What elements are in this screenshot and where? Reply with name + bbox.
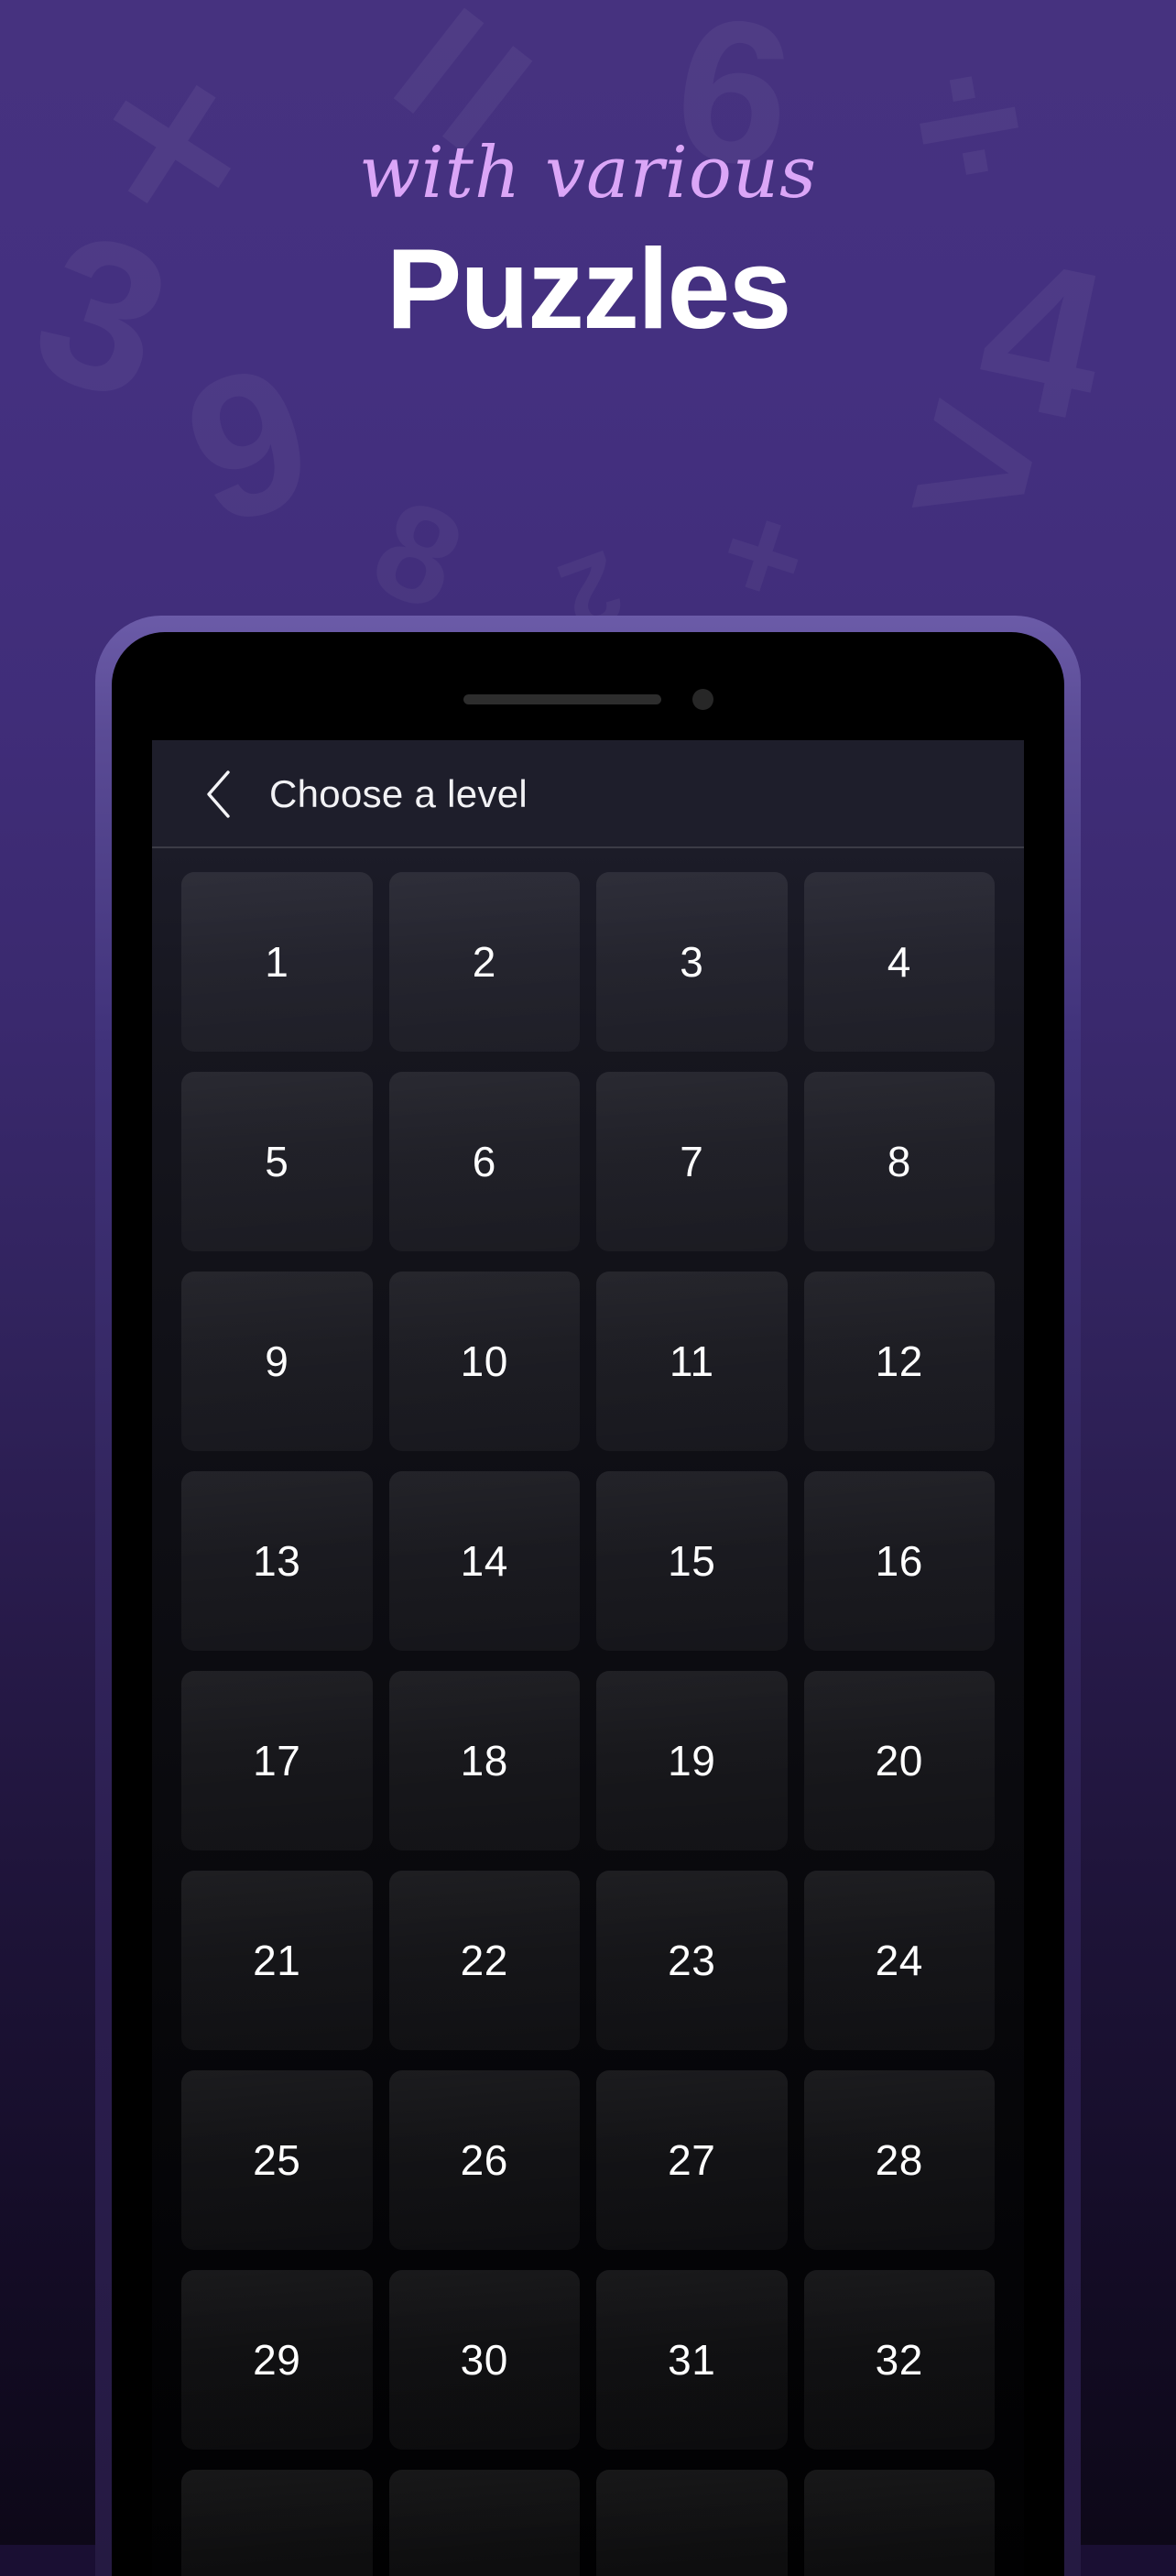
level-tile[interactable]: 18 [388, 1671, 580, 1850]
level-number: 24 [875, 1937, 923, 1984]
level-tile[interactable]: 10 [388, 1272, 580, 1451]
level-number: 32 [875, 2336, 923, 2384]
level-number: 13 [253, 1537, 301, 1585]
level-tile[interactable] [388, 2470, 580, 2576]
level-tile[interactable]: 23 [596, 1871, 788, 2050]
level-number: 20 [875, 1737, 923, 1785]
decor-symbol: 8 [354, 468, 483, 639]
level-tile[interactable]: 32 [803, 2270, 995, 2450]
level-tile[interactable]: 2 [388, 872, 580, 1052]
level-tile[interactable]: 22 [388, 1871, 580, 2050]
level-tile[interactable]: 29 [181, 2270, 373, 2450]
level-tile[interactable]: 24 [803, 1871, 995, 2050]
level-number: 27 [668, 2136, 716, 2184]
app-screen: Choose a level 1 2 3 4 5 6 7 8 9 10 11 12 13 14 15 16 17… [152, 740, 1024, 2576]
level-tile[interactable]: 1 [181, 872, 373, 1052]
level-tile[interactable] [596, 2470, 788, 2576]
level-number: 3 [680, 938, 704, 986]
level-tile[interactable]: 20 [803, 1671, 995, 1850]
level-number: 16 [875, 1537, 923, 1585]
speaker-grille-icon [463, 693, 661, 704]
level-number: 31 [668, 2336, 716, 2384]
level-tile[interactable]: 31 [596, 2270, 788, 2450]
level-number: 14 [460, 1537, 508, 1585]
level-tile[interactable]: 19 [596, 1671, 788, 1850]
decor-symbol: + [702, 469, 825, 640]
level-tile[interactable] [803, 2470, 995, 2576]
level-number: 21 [253, 1937, 301, 1984]
level-tile[interactable]: 4 [803, 872, 995, 1052]
level-tile[interactable]: 3 [596, 872, 788, 1052]
level-tile[interactable]: 13 [181, 1471, 373, 1651]
phone-mockup-frame: Choose a level 1 2 3 4 5 6 7 8 9 10 11 12 13 14 15 16 17… [95, 616, 1081, 2576]
level-tile[interactable]: 15 [596, 1471, 788, 1651]
level-number: 10 [460, 1337, 508, 1385]
level-tile[interactable]: 27 [596, 2070, 788, 2250]
level-number: 22 [460, 1937, 508, 1984]
level-tile[interactable]: 7 [596, 1072, 788, 1251]
level-tile[interactable]: 28 [803, 2070, 995, 2250]
level-number: 28 [875, 2136, 923, 2184]
level-number: 30 [460, 2336, 508, 2384]
level-tile[interactable]: 16 [803, 1471, 995, 1651]
level-tile[interactable]: 26 [388, 2070, 580, 2250]
level-number: 29 [253, 2336, 301, 2384]
level-grid: 1 2 3 4 5 6 7 8 9 10 11 12 13 14 15 16 17 18 19 20 21 22 23 24 2… [152, 848, 1024, 2576]
level-tile[interactable] [181, 2470, 373, 2576]
promo-headline: with various Puzzles [0, 137, 1176, 346]
page-title: Choose a level [269, 772, 528, 815]
phone-sensor-row [112, 683, 1064, 715]
front-camera-icon [691, 688, 713, 710]
level-number: 23 [668, 1937, 716, 1984]
level-tile[interactable]: 25 [181, 2070, 373, 2250]
level-tile[interactable]: 8 [803, 1072, 995, 1251]
app-bar: Choose a level [152, 740, 1024, 848]
back-button[interactable] [192, 768, 245, 821]
level-number: 12 [875, 1337, 923, 1385]
level-tile[interactable]: 11 [596, 1272, 788, 1451]
level-number: 1 [265, 938, 289, 986]
level-number: 8 [887, 1138, 911, 1185]
phone-bezel: Choose a level 1 2 3 4 5 6 7 8 9 10 11 12 13 14 15 16 17… [112, 632, 1064, 2576]
promo-eyebrow: with various [358, 132, 818, 214]
level-tile[interactable]: 6 [388, 1072, 580, 1251]
level-number: 6 [472, 1138, 496, 1185]
level-tile[interactable]: 5 [181, 1072, 373, 1251]
level-tile[interactable]: 21 [181, 1871, 373, 2050]
level-number: 17 [253, 1737, 301, 1785]
back-chevron-icon [201, 769, 237, 820]
level-tile[interactable]: 30 [388, 2270, 580, 2450]
decor-symbol: > [889, 333, 1066, 592]
level-number: 2 [472, 938, 496, 986]
level-number: 25 [253, 2136, 301, 2184]
level-number: 9 [265, 1337, 289, 1385]
level-tile[interactable]: 12 [803, 1272, 995, 1451]
level-number: 11 [669, 1337, 714, 1385]
level-number: 5 [265, 1138, 289, 1185]
level-number: 19 [668, 1737, 716, 1785]
level-tile[interactable]: 17 [181, 1671, 373, 1850]
level-number: 4 [887, 938, 911, 986]
level-tile[interactable]: 9 [181, 1272, 373, 1451]
decor-symbol: 9 [163, 320, 333, 569]
level-number: 26 [460, 2136, 508, 2184]
level-number: 18 [460, 1737, 508, 1785]
promo-title: Puzzles [386, 226, 792, 353]
level-tile[interactable]: 14 [388, 1471, 580, 1651]
level-number: 7 [680, 1138, 704, 1185]
level-number: 15 [668, 1537, 716, 1585]
